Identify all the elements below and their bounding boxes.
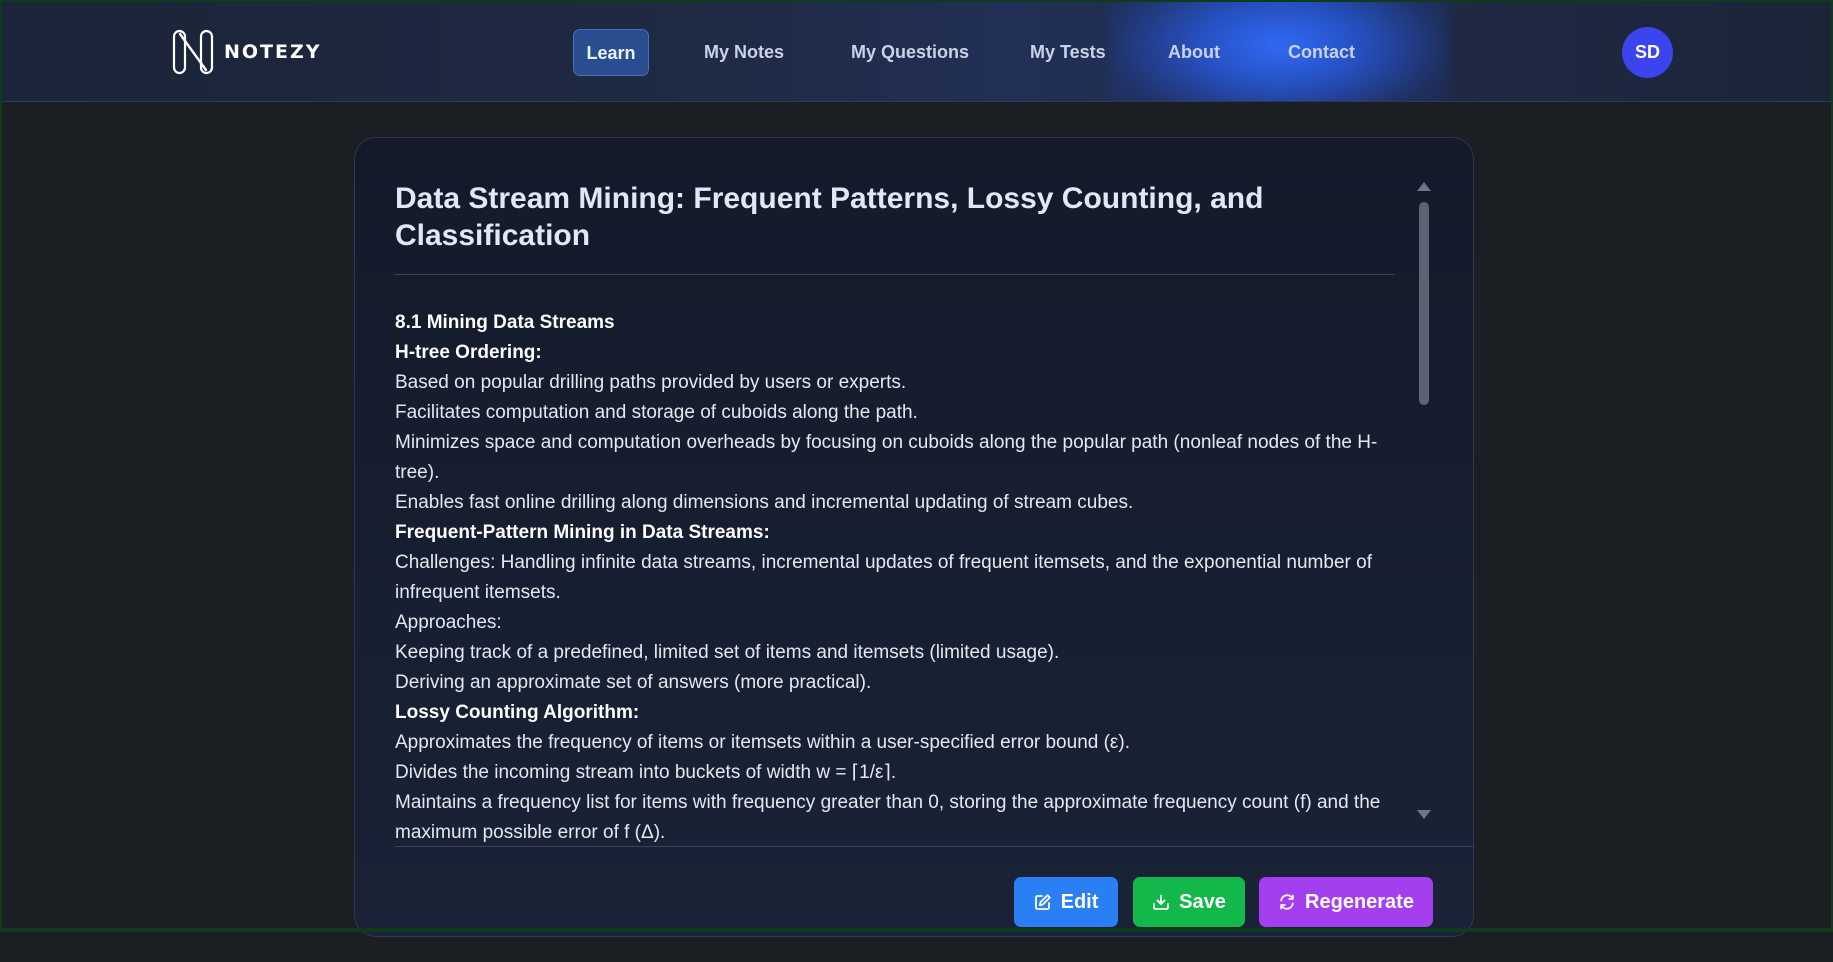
note-line: Facilitates computation and storage of c…: [395, 398, 1405, 428]
note-line: Challenges: Handling infinite data strea…: [395, 548, 1405, 608]
regenerate-button[interactable]: Regenerate: [1259, 877, 1433, 927]
save-button-label: Save: [1179, 891, 1226, 914]
scroll-down-arrow-icon[interactable]: [1417, 810, 1431, 819]
top-navbar: NOTEZY Learn My Notes My Questions My Te…: [0, 0, 1833, 102]
nav-learn[interactable]: Learn: [573, 29, 649, 76]
nav-about[interactable]: About: [1168, 29, 1220, 76]
scroll-thumb[interactable]: [1419, 202, 1429, 405]
note-title: Data Stream Mining: Frequent Patterns, L…: [395, 180, 1295, 254]
save-button[interactable]: Save: [1133, 877, 1245, 927]
nav-glow: [1110, 0, 1450, 102]
note-line: Approaches:: [395, 608, 1405, 638]
edit-button-label: Edit: [1061, 891, 1099, 914]
title-divider: [395, 274, 1395, 275]
note-line: Enables fast online drilling along dimen…: [395, 488, 1405, 518]
note-line: H-tree Ordering:: [395, 338, 1405, 368]
note-line: 8.1 Mining Data Streams: [395, 308, 1405, 338]
note-line: Deriving an approximate set of answers (…: [395, 668, 1405, 698]
note-card: Data Stream Mining: Frequent Patterns, L…: [354, 137, 1474, 937]
brand-name: NOTEZY: [224, 41, 322, 63]
note-line: Divides the incoming stream into buckets…: [395, 758, 1405, 788]
note-line: Frequent-Pattern Mining in Data Streams:: [395, 518, 1405, 548]
note-line: Maintains a frequency list for items wit…: [395, 788, 1405, 848]
content-scrollbar[interactable]: [1415, 182, 1433, 822]
note-content[interactable]: 8.1 Mining Data Streams H-tree Ordering:…: [395, 308, 1405, 962]
edit-icon: [1034, 893, 1052, 911]
notezy-logo-icon: [172, 28, 216, 76]
nav-contact[interactable]: Contact: [1288, 29, 1355, 76]
note-line: Minimizes space and computation overhead…: [395, 428, 1405, 488]
nav-my-notes[interactable]: My Notes: [704, 29, 784, 76]
user-avatar[interactable]: SD: [1622, 27, 1673, 78]
scroll-up-arrow-icon[interactable]: [1417, 182, 1431, 191]
nav-my-tests[interactable]: My Tests: [1030, 29, 1106, 76]
note-line: Lossy Counting Algorithm:: [395, 698, 1405, 728]
edit-button[interactable]: Edit: [1014, 877, 1118, 927]
note-line: Based on popular drilling paths provided…: [395, 368, 1405, 398]
regenerate-button-label: Regenerate: [1305, 891, 1414, 914]
download-icon: [1152, 893, 1170, 911]
brand-logo[interactable]: NOTEZY: [172, 28, 322, 76]
nav-my-questions[interactable]: My Questions: [851, 29, 969, 76]
actions-divider: [395, 846, 1474, 847]
note-line: Keeping track of a predefined, limited s…: [395, 638, 1405, 668]
refresh-icon: [1278, 893, 1296, 911]
note-line: Approximates the frequency of items or i…: [395, 728, 1405, 758]
